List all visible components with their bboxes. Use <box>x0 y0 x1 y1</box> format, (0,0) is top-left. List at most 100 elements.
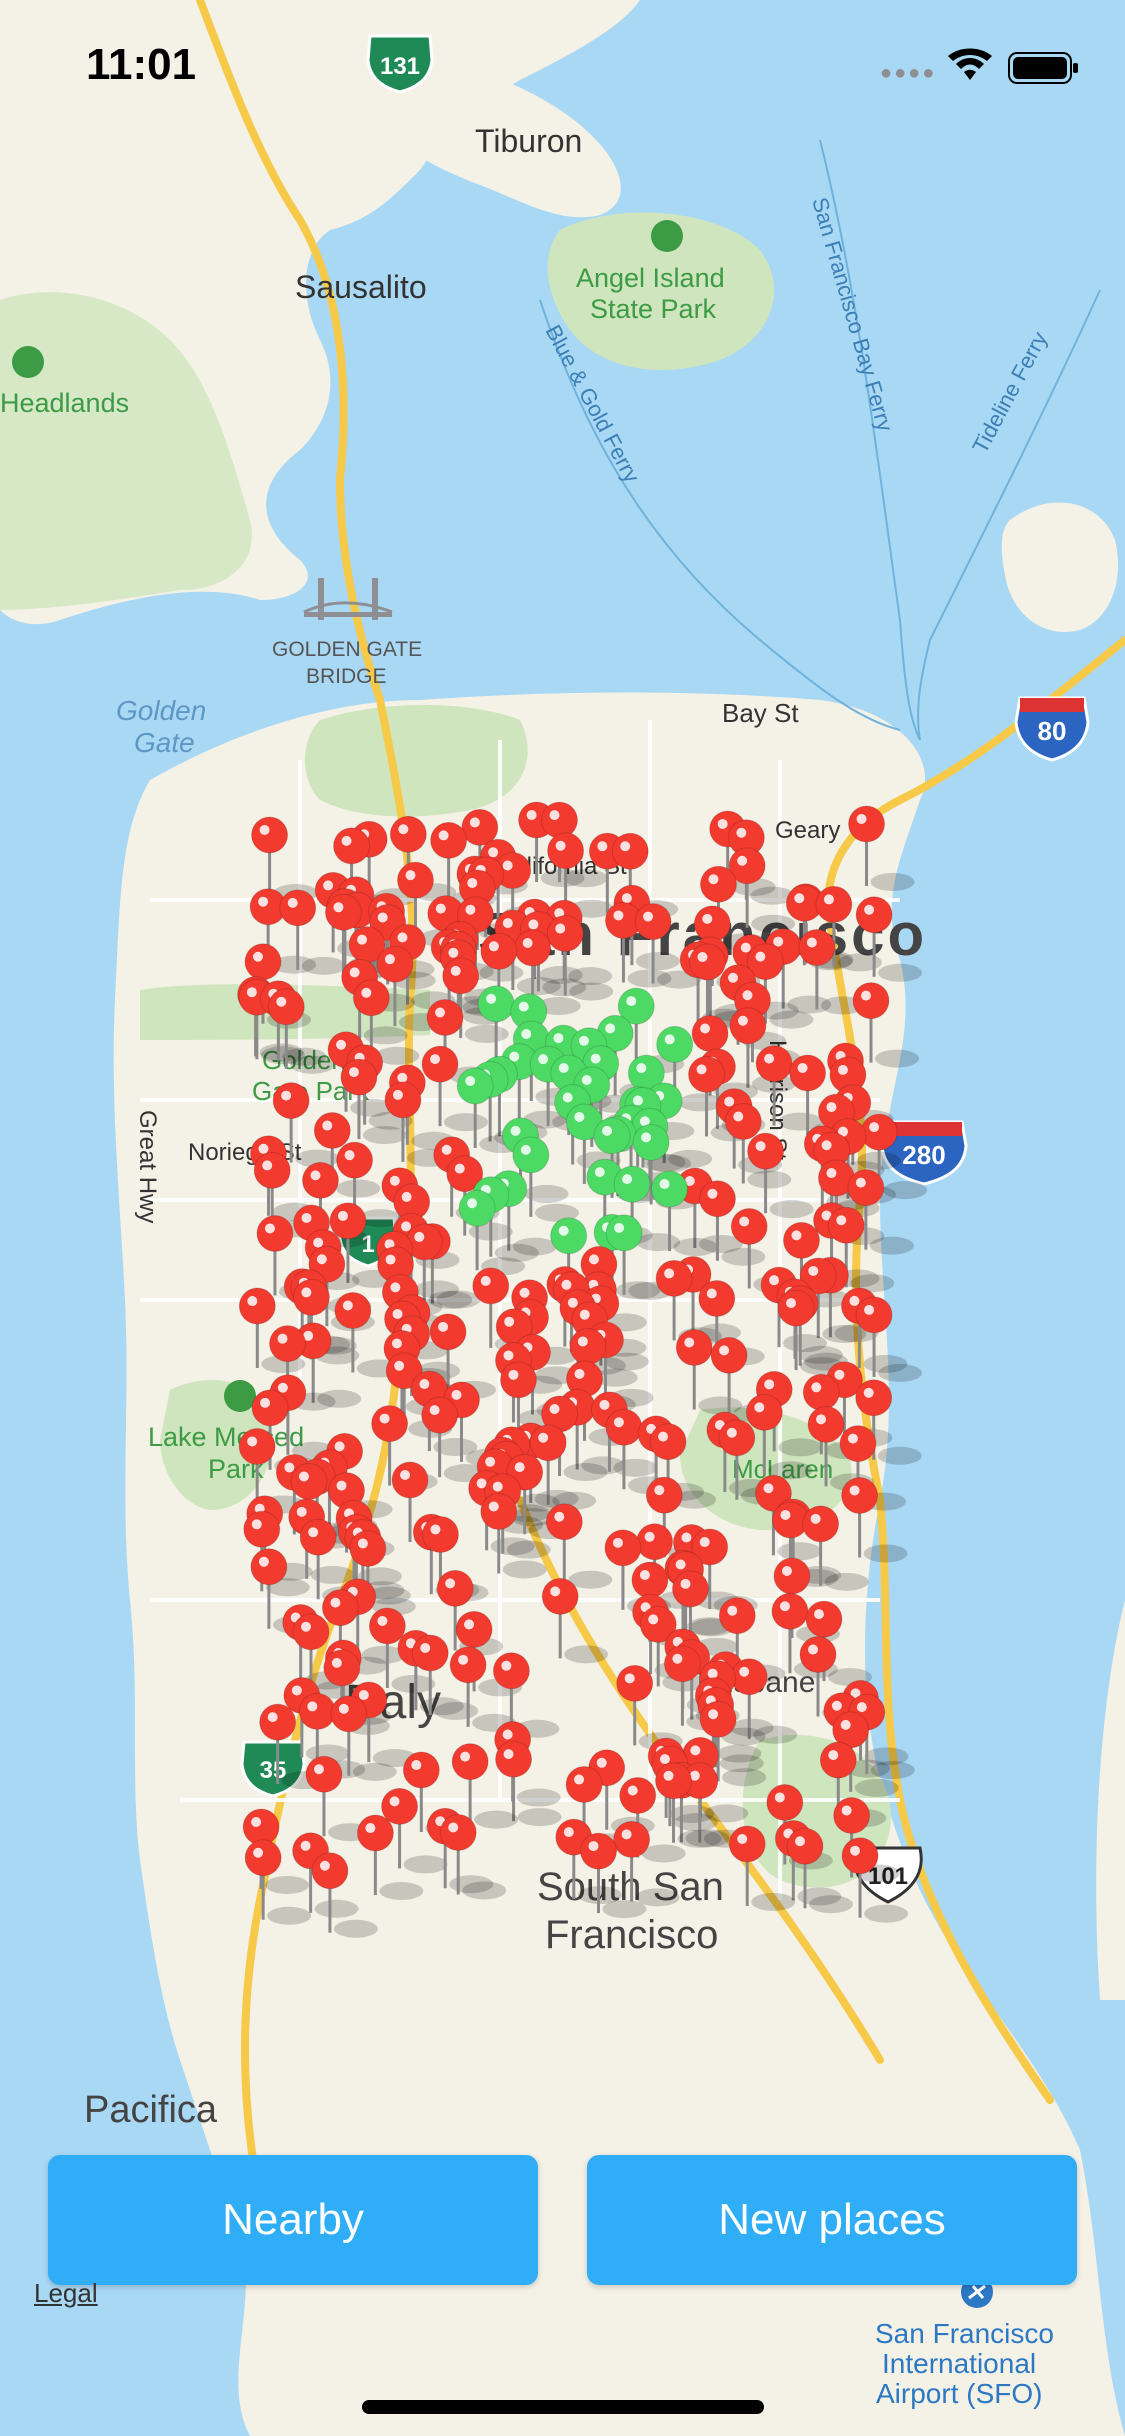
map-pin-red[interactable] <box>253 1151 291 1189</box>
map-pin-red[interactable] <box>391 1461 429 1499</box>
map-pin-green[interactable] <box>656 1025 694 1063</box>
map-pin-red[interactable] <box>613 1820 651 1858</box>
map-pin-red[interactable] <box>514 929 552 967</box>
map-pin-red[interactable] <box>251 1389 289 1427</box>
map-pin-red[interactable] <box>699 1700 737 1738</box>
map-pin-green[interactable] <box>593 1117 631 1155</box>
map-pin-red[interactable] <box>368 1607 406 1645</box>
map-pin-red[interactable] <box>728 1825 766 1863</box>
map-pin-red[interactable] <box>256 1214 294 1252</box>
map-pin-red[interactable] <box>688 1055 726 1093</box>
map-pin-red[interactable] <box>421 1396 459 1434</box>
map-pin-red[interactable] <box>547 832 585 870</box>
map-pin-red[interactable] <box>619 1776 657 1814</box>
map-pin-green[interactable] <box>512 1136 550 1174</box>
map-pin-red[interactable] <box>421 1515 459 1553</box>
map-pin-red[interactable] <box>243 1510 281 1548</box>
map-pin-red[interactable] <box>745 1393 783 1431</box>
map-pin-red[interactable] <box>442 957 480 995</box>
map-pin-red[interactable] <box>771 1592 809 1630</box>
map-pin-red[interactable] <box>292 1278 330 1316</box>
map-pin-red[interactable] <box>671 1570 709 1608</box>
map-pin-red[interactable] <box>480 1492 518 1530</box>
map-pin-red[interactable] <box>298 1692 336 1730</box>
map-pin-red[interactable] <box>855 896 893 934</box>
map-pin-red[interactable] <box>472 1267 510 1305</box>
map-pin-red[interactable] <box>333 827 371 865</box>
map-pin-red[interactable] <box>492 1652 530 1690</box>
map-pin-green[interactable] <box>477 985 515 1023</box>
map-pin-red[interactable] <box>698 1279 736 1317</box>
map-pin-red[interactable] <box>789 1054 827 1092</box>
map-pin-red[interactable] <box>244 943 282 981</box>
map-pin-red[interactable] <box>349 1529 387 1567</box>
map-pin-red[interactable] <box>855 1296 893 1334</box>
map-pin-red[interactable] <box>396 861 434 899</box>
map-pin-red[interactable] <box>321 1589 359 1627</box>
map-pin-red[interactable] <box>766 1783 804 1821</box>
map-pin-red[interactable] <box>710 1336 748 1374</box>
map-pin-green[interactable] <box>632 1123 670 1161</box>
map-pin-red[interactable] <box>495 1740 533 1778</box>
map-pin-red[interactable] <box>313 1112 351 1150</box>
map-pin-green[interactable] <box>605 1214 643 1252</box>
map-pin-red[interactable] <box>292 1613 330 1651</box>
map-pin-red[interactable] <box>852 982 890 1020</box>
map-pin-red[interactable] <box>773 1557 811 1595</box>
map-pin-red[interactable] <box>340 1058 378 1096</box>
map-pin-red[interactable] <box>402 1751 440 1789</box>
map-pin-red[interactable] <box>786 1827 824 1865</box>
map-pin-red[interactable] <box>290 1462 328 1500</box>
map-pin-red[interactable] <box>384 1081 422 1119</box>
map-pin-red[interactable] <box>565 1766 603 1804</box>
map-pin-red[interactable] <box>244 1839 282 1877</box>
map-pin-red[interactable] <box>655 1259 693 1297</box>
map-pin-red[interactable] <box>841 1476 879 1514</box>
map-pin-green[interactable] <box>458 1189 496 1227</box>
map-pin-red[interactable] <box>324 893 362 931</box>
map-pin-red[interactable] <box>645 1476 683 1514</box>
map-pin-red[interactable] <box>847 1169 885 1207</box>
map-pin-red[interactable] <box>238 1287 276 1325</box>
map-pin-red[interactable] <box>569 1327 607 1365</box>
map-pin-red[interactable] <box>698 1180 736 1218</box>
map-pin-red[interactable] <box>546 915 584 953</box>
map-pin-red[interactable] <box>636 1523 674 1561</box>
map-pin-red[interactable] <box>729 1007 767 1045</box>
map-pin-red[interactable] <box>693 905 731 943</box>
map-pin-green[interactable] <box>456 1067 494 1105</box>
map-pin-red[interactable] <box>371 1405 409 1443</box>
map-pin-red[interactable] <box>798 928 836 966</box>
map-pin-red[interactable] <box>782 1221 820 1259</box>
map-pin-red[interactable] <box>299 1518 337 1556</box>
map-pin-red[interactable] <box>251 816 289 854</box>
map-pin-red[interactable] <box>334 1292 372 1330</box>
map-pin-red[interactable] <box>267 988 305 1026</box>
map-pin-red[interactable] <box>605 1408 643 1446</box>
new-places-button[interactable]: New places <box>587 2155 1077 2285</box>
map-pin-red[interactable] <box>580 1832 618 1870</box>
map-pin-red[interactable] <box>376 945 414 983</box>
map-pin-red[interactable] <box>718 1597 756 1635</box>
map-pin-red[interactable] <box>839 1425 877 1463</box>
map-pin-red[interactable] <box>421 1045 459 1083</box>
map-pin-red[interactable] <box>860 1113 898 1151</box>
map-pin-red[interactable] <box>529 1424 567 1462</box>
map-pin-red[interactable] <box>455 1610 493 1648</box>
nearby-button[interactable]: Nearby <box>48 2155 538 2285</box>
map-pin-red[interactable] <box>279 889 317 927</box>
map-pin-red[interactable] <box>802 1373 840 1411</box>
map-pin-red[interactable] <box>356 1814 394 1852</box>
map-pin-red[interactable] <box>616 1664 654 1702</box>
map-pin-green[interactable] <box>651 1170 689 1208</box>
map-pin-red[interactable] <box>799 1636 837 1674</box>
map-pin-red[interactable] <box>730 1658 768 1696</box>
map-pin-green[interactable] <box>550 1217 588 1255</box>
map-pin-red[interactable] <box>755 1045 793 1083</box>
map-pin-red[interactable] <box>827 1206 865 1244</box>
map-pin-red[interactable] <box>389 815 427 853</box>
map-pin-red[interactable] <box>329 1202 367 1240</box>
map-pin-red[interactable] <box>777 1289 815 1327</box>
map-pin-red[interactable] <box>855 1379 893 1417</box>
map-view[interactable]: Tiburon Sausalito Angel Island State Par… <box>0 0 1125 2436</box>
